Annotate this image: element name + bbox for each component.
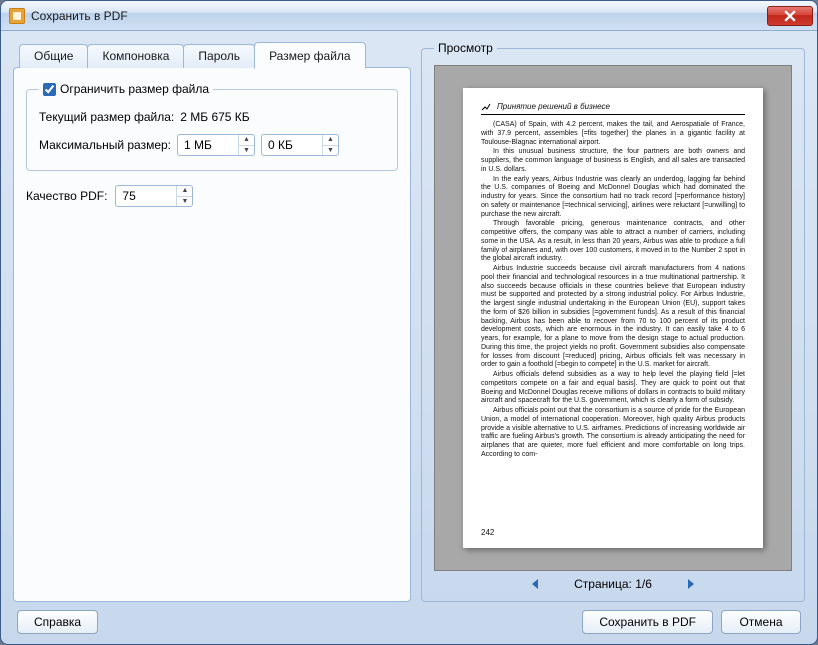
- tab-layout[interactable]: Компоновка: [87, 44, 184, 68]
- max-mb-spin: ▲ ▼: [238, 135, 254, 155]
- preview-group: Просмотр Принятие решений в бизнесе (CAS…: [421, 41, 805, 602]
- quality-label: Качество PDF:: [26, 189, 107, 203]
- quality-up[interactable]: ▲: [177, 186, 192, 197]
- page-indicator-label: Страница:: [574, 577, 632, 591]
- quality-spin: ▲ ▼: [176, 186, 192, 206]
- limit-group: Ограничить размер файла Текущий размер ф…: [26, 82, 398, 171]
- max-mb-field: ▲ ▼: [177, 134, 255, 156]
- max-kb-input[interactable]: [262, 135, 322, 155]
- limit-legend: Ограничить размер файла: [39, 82, 213, 96]
- max-size-label: Максимальный размер:: [39, 138, 171, 152]
- save-button[interactable]: Сохранить в PDF: [582, 610, 713, 634]
- preview-paragraph: Airbus officials defend subsidies as a w…: [481, 371, 745, 406]
- current-size-label: Текущий размер файла:: [39, 110, 174, 124]
- limit-checkbox[interactable]: [43, 83, 56, 96]
- preview-pane: Просмотр Принятие решений в бизнесе (CAS…: [421, 41, 805, 602]
- close-icon: [784, 10, 796, 22]
- preview-doc-header: Принятие решений в бизнесе: [481, 102, 745, 115]
- settings-pane: Общие Компоновка Пароль Размер файла Огр…: [13, 41, 411, 602]
- pager: Страница: 1/6: [434, 571, 792, 593]
- preview-doc-body: (CASA) of Spain, with 4.2 percent, makes…: [481, 121, 745, 461]
- app-icon: [9, 8, 25, 24]
- page-next[interactable]: [686, 578, 696, 590]
- main-row: Общие Компоновка Пароль Размер файла Огр…: [13, 41, 805, 602]
- cancel-button[interactable]: Отмена: [721, 610, 801, 634]
- max-kb-field: ▲ ▼: [261, 134, 339, 156]
- button-row: Справка Сохранить в PDF Отмена: [13, 610, 805, 636]
- preview-paragraph: Airbus officials point out that the cons…: [481, 407, 745, 460]
- preview-paragraph: In this unusual business structure, the …: [481, 148, 745, 174]
- page-indicator-value: 1/6: [635, 577, 652, 591]
- preview-legend: Просмотр: [434, 41, 497, 55]
- arrow-right-icon: [686, 578, 696, 590]
- page-prev[interactable]: [530, 578, 540, 590]
- max-kb-up[interactable]: ▲: [323, 135, 338, 146]
- quality-down[interactable]: ▼: [177, 197, 192, 207]
- tab-strip: Общие Компоновка Пароль Размер файла: [13, 41, 411, 68]
- quality-field: ▲ ▼: [115, 185, 193, 207]
- preview-surface: Принятие решений в бизнесе (CASA) of Spa…: [434, 65, 792, 571]
- max-mb-down[interactable]: ▼: [239, 146, 254, 156]
- tab-password[interactable]: Пароль: [183, 44, 255, 68]
- tab-filesize[interactable]: Размер файла: [254, 42, 366, 69]
- tab-panel-filesize: Ограничить размер файла Текущий размер ф…: [13, 67, 411, 602]
- titlebar: Сохранить в PDF: [1, 1, 817, 31]
- dialog-window: Сохранить в PDF Общие Компоновка Пароль …: [0, 0, 818, 645]
- current-size-value: 2 МБ 675 КБ: [180, 110, 249, 124]
- preview-paragraph: Airbus Industrie succeeds because civil …: [481, 265, 745, 370]
- max-kb-spin: ▲ ▼: [322, 135, 338, 155]
- arrow-left-icon: [530, 578, 540, 590]
- preview-page: Принятие решений в бизнесе (CASA) of Spa…: [463, 88, 763, 548]
- help-button[interactable]: Справка: [17, 610, 98, 634]
- max-kb-down[interactable]: ▼: [323, 146, 338, 156]
- quality-input[interactable]: [116, 186, 176, 206]
- close-button[interactable]: [767, 6, 813, 26]
- preview-paragraph: (CASA) of Spain, with 4.2 percent, makes…: [481, 121, 745, 147]
- max-mb-input[interactable]: [178, 135, 238, 155]
- window-title: Сохранить в PDF: [31, 9, 767, 23]
- content-area: Общие Компоновка Пароль Размер файла Огр…: [1, 31, 817, 644]
- limit-label: Ограничить размер файла: [60, 82, 209, 96]
- preview-paragraph: In the early years, Airbus Industrie was…: [481, 176, 745, 220]
- preview-page-number: 242: [481, 528, 745, 538]
- preview-doc-title: Принятие решений в бизнесе: [497, 102, 610, 112]
- doc-header-icon: [481, 102, 491, 112]
- button-spacer: [106, 610, 574, 634]
- tab-general[interactable]: Общие: [19, 44, 88, 68]
- page-indicator: Страница: 1/6: [574, 577, 652, 591]
- preview-paragraph: Through favorable pricing, generous main…: [481, 220, 745, 264]
- max-mb-up[interactable]: ▲: [239, 135, 254, 146]
- quality-row: Качество PDF: ▲ ▼: [26, 185, 398, 207]
